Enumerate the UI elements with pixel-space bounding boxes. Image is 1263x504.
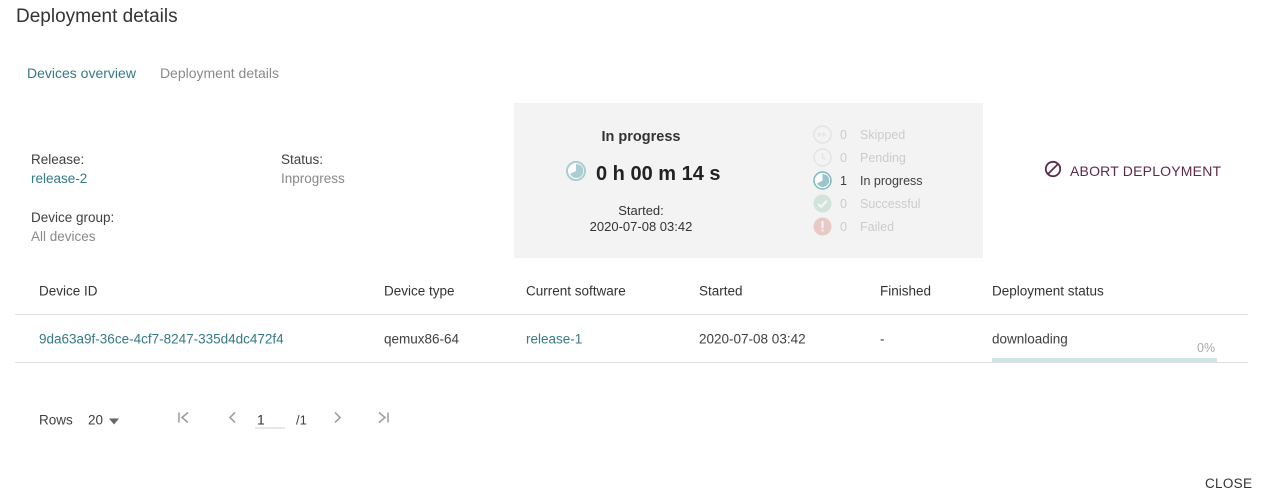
in-progress-count: 1 [840,173,847,188]
progress-title: In progress [601,129,681,145]
rows-per-page-select[interactable]: 20 [88,412,120,428]
next-page-button[interactable] [329,410,345,431]
successful-count: 0 [840,196,847,211]
progress-started: Started: 2020-07-08 03:42 [514,203,768,235]
last-page-icon [378,411,389,424]
phase-in-progress: 1 In progress [813,169,923,192]
started-cell: 2020-07-08 03:42 [699,331,806,346]
last-page-button[interactable] [375,410,391,431]
clock-icon [566,161,586,187]
abort-deployment-button[interactable]: ABORT DEPLOYMENT [1044,160,1221,181]
failed-label: Failed [860,219,895,234]
abort-label: ABORT DEPLOYMENT [1070,162,1222,179]
column-header-device-id[interactable]: Device ID [39,284,98,299]
pending-icon [813,148,832,167]
in-progress-icon [813,171,832,190]
device-id-link[interactable]: 9da63a9f-36ce-4cf7-8247-335d4dc472f4 [39,331,284,346]
deployment-status-cell: downloading [992,331,1068,346]
alert-icon [813,217,832,236]
status-value: Inprogress [281,171,345,186]
table-header: Device ID Device type Current software S… [15,268,1248,315]
in-progress-label: In progress [860,173,923,188]
block-icon [1044,160,1062,181]
column-header-finished[interactable]: Finished [880,284,931,299]
release-label: Release: [31,152,85,167]
dialog-title: Deployment details [16,6,178,27]
progress-panel: In progress 0 h 00 m 14 s Started: 2020-… [514,103,983,258]
first-page-icon [178,411,189,424]
rows-per-page-value: 20 [88,412,104,428]
phase-list: 0 Skipped 0 Pending 1 In progress 0 Succ… [813,123,923,238]
devices-table: Device ID Device type Current software S… [15,268,1248,363]
phase-skipped: 0 Skipped [813,123,923,146]
started-label: Started: [618,203,664,218]
total-pages: /1 [296,412,307,428]
first-page-button[interactable] [176,410,192,431]
progress-percent: 0% [1197,341,1216,355]
column-header-deployment-status[interactable]: Deployment status [992,284,1104,299]
release-info: Release: release-2 [31,152,87,186]
progress-timer: 0 h 00 m 14 s [566,161,721,187]
device-progress-bar [992,358,1217,362]
page-number-input[interactable] [255,411,285,429]
tab-deployment-details[interactable]: Deployment details [160,65,279,87]
close-button[interactable]: CLOSE [1205,476,1252,491]
skipped-count: 0 [840,127,847,142]
tab-bar: Devices overview Deployment details [27,65,279,87]
check-icon [813,194,832,213]
rows-label: Rows [39,412,73,428]
skipped-label: Skipped [860,127,906,142]
tab-devices-overview[interactable]: Devices overview [27,65,136,87]
status-label: Status: [281,152,324,167]
device-type-cell: qemux86-64 [384,331,460,346]
device-group-info: Device group: All devices [31,210,114,244]
column-header-current-software[interactable]: Current software [526,284,626,299]
started-value: 2020-07-08 03:42 [589,219,693,234]
phase-successful: 0 Successful [813,192,923,215]
release-link[interactable]: release-2 [31,171,87,186]
chevron-right-icon [334,411,342,424]
chevron-down-icon [109,413,120,428]
pending-count: 0 [840,150,847,165]
previous-page-button[interactable] [225,410,241,431]
finished-cell: - [880,331,885,346]
successful-label: Successful [860,196,921,211]
device-group-label: Device group: [31,210,115,225]
current-software-link[interactable]: release-1 [526,331,582,346]
chevron-left-icon [228,411,236,424]
pagination: Rows 20 /1 [39,408,439,432]
table-row[interactable]: 9da63a9f-36ce-4cf7-8247-335d4dc472f4 qem… [15,315,1248,363]
failed-count: 0 [840,219,847,234]
skipped-icon [813,125,832,144]
phase-failed: 0 Failed [813,215,923,238]
timer-value: 0 h 00 m 14 s [596,162,721,185]
status-info: Status: Inprogress [281,152,345,186]
column-header-device-type[interactable]: Device type [384,284,455,299]
device-group-value: All devices [31,229,96,244]
column-header-started[interactable]: Started [699,284,743,299]
pending-label: Pending [860,150,906,165]
phase-pending: 0 Pending [813,146,923,169]
